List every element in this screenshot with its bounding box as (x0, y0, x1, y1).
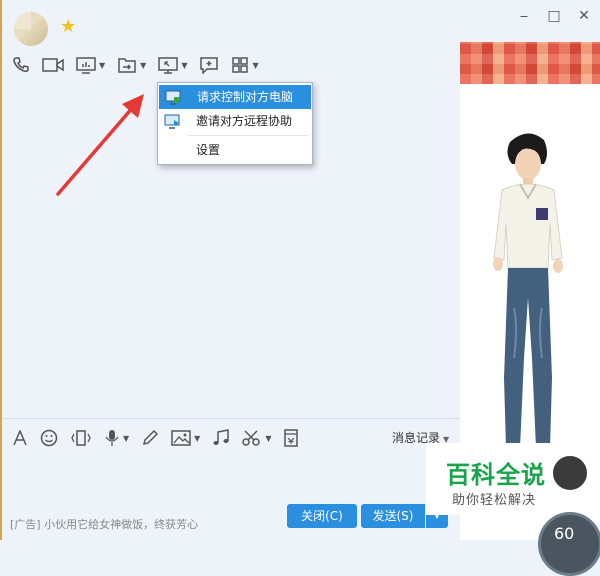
voice-icon[interactable]: ▼ (104, 429, 129, 447)
floating-avatar (550, 453, 590, 493)
menu-item-invite-assist[interactable]: 邀请对方远程协助 (158, 109, 312, 133)
screen-share-icon[interactable]: ▼ (76, 56, 105, 74)
file-transfer-icon[interactable]: ▼ (117, 56, 146, 74)
star-icon[interactable]: ★ (60, 18, 76, 36)
ad-link[interactable]: [广告] 小伙用它给女神做饭，终获芳心 (10, 516, 198, 532)
apps-icon[interactable]: ▼ (231, 56, 259, 74)
shake-icon[interactable] (70, 429, 92, 447)
input-toolbar: ▼ ▼ ▼ (12, 427, 311, 449)
menu-item-settings[interactable]: 设置 (158, 138, 312, 162)
chevron-down-icon[interactable]: ▼ (123, 434, 129, 443)
character-illustration (493, 133, 563, 461)
watermark-subtitle: 助你轻松解决 (452, 493, 537, 508)
remote-assist-icon (164, 113, 180, 137)
menu-separator (188, 135, 308, 136)
music-icon[interactable] (212, 429, 230, 447)
menu-item-request-control[interactable]: 请求控制对方电脑 (159, 85, 311, 109)
input-divider (2, 418, 460, 419)
corner-dial (538, 512, 600, 576)
pen-icon[interactable] (141, 429, 159, 447)
banner-ad[interactable] (460, 42, 600, 84)
image-icon[interactable]: ▼ (171, 429, 200, 447)
remote-assist-menu: 请求控制对方电脑 邀请对方远程协助 设置 (157, 82, 313, 165)
remote-desktop-icon[interactable]: ▼ (158, 56, 187, 74)
dial-value: 60 (554, 524, 575, 543)
minimize-button[interactable]: ⎯ (516, 8, 532, 24)
font-icon[interactable] (12, 430, 28, 446)
red-packet-icon[interactable] (283, 429, 299, 447)
chevron-down-icon[interactable]: ▼ (252, 61, 258, 70)
contact-avatar[interactable] (14, 12, 48, 46)
chat-toolbar: ▼ ▼ ▼ ▼ (12, 53, 271, 77)
close-button[interactable]: 关闭(C) (287, 504, 357, 528)
chevron-down-icon[interactable]: ▼ (194, 434, 200, 443)
close-window-button[interactable]: ✕ (576, 8, 592, 24)
video-icon[interactable] (42, 56, 64, 74)
phone-icon[interactable] (12, 56, 30, 74)
chevron-down-icon[interactable]: ▼ (99, 61, 105, 70)
menu-item-label: 请求控制对方电脑 (197, 90, 294, 104)
chat-window: ★ ⎯ □ ✕ ▼ ▼ ▼ ▼ 请求控制对方电脑 邀请对方远程协助 设置 ▼ ▼… (0, 0, 600, 576)
window-controls: ⎯ □ ✕ (516, 8, 592, 24)
add-app-icon[interactable] (199, 56, 219, 74)
scissors-icon[interactable]: ▼ (242, 429, 271, 447)
chevron-down-icon[interactable]: ▼ (181, 61, 187, 70)
menu-item-label: 设置 (196, 143, 221, 157)
chevron-down-icon[interactable]: ▼ (140, 61, 146, 70)
maximize-button[interactable]: □ (546, 8, 562, 24)
watermark-title: 百科全说 (446, 461, 546, 489)
menu-item-label: 邀请对方远程协助 (196, 114, 293, 128)
chevron-down-icon[interactable]: ▼ (265, 434, 271, 443)
emoji-icon[interactable] (40, 429, 58, 447)
send-button[interactable]: 发送(S) (361, 504, 425, 528)
red-arrow-annotation (56, 94, 144, 196)
